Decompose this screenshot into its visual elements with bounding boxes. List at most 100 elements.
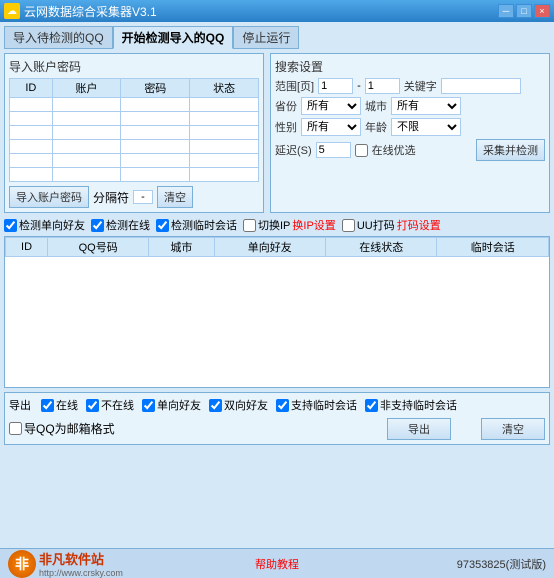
account-section-label: 导入账户密码 [9,58,259,75]
account-table-body [10,98,259,182]
tab-stop-run[interactable]: 停止运行 [233,26,299,49]
province-select[interactable]: 所有 [301,97,361,115]
minimize-button[interactable]: ─ [498,4,514,18]
separator-label: 分隔符 [93,189,129,206]
app-icon: ☁ [4,3,20,19]
export-single-label: 单向好友 [157,397,201,413]
export-section: 导出 在线 不在线 单向好友 双向好友 支持临时会话 [4,392,550,445]
nonefan-logo: 非 非凡软件站 http://www.crsky.com [8,549,123,578]
export-online-item: 在线 [41,397,78,413]
top-section: 导入账户密码 ID 账户 密码 状态 [4,53,550,213]
col-id: ID [10,79,53,98]
gender-select[interactable]: 所有 [301,118,361,136]
result-col-temp: 临时会话 [437,238,549,257]
export-both-checkbox[interactable] [209,399,222,412]
separator-input[interactable] [133,190,153,204]
uu-code-label: UU打码 [357,217,395,233]
temp-chat-label: 检测临时会话 [171,217,237,233]
single-friend-check-item: 检测单向好友 [4,217,85,233]
online-checkbox[interactable] [91,219,104,232]
table-row [10,126,259,140]
result-table: ID QQ号码 城市 单向好友 在线状态 临时会话 [5,237,549,257]
logo-text-cn: 非凡软件站 [39,549,123,568]
gender-age-row: 性别 所有 年龄 不限 [275,118,545,136]
online-prefer-label: 在线优选 [372,142,416,158]
keyword-input[interactable] [441,78,521,94]
logo-text-en: http://www.crsky.com [39,568,123,578]
email-format-item: 导QQ为邮箱格式 [9,420,115,437]
export-offline-label: 不在线 [101,397,134,413]
switch-ip-checkbox[interactable] [243,219,256,232]
help-link[interactable]: 帮助教程 [255,556,299,572]
range-from-input[interactable] [318,78,353,94]
result-col-online: 在线状态 [325,238,436,257]
clear-result-button[interactable]: 清空 [481,418,545,440]
export-nosupport-temp-label: 非支持临时会话 [380,397,457,413]
uu-code-checkbox[interactable] [342,219,355,232]
main-content: 导入待检测的QQ 开始检测导入的QQ 停止运行 导入账户密码 ID 账户 密码 … [0,22,554,548]
online-label: 检测在线 [106,217,150,233]
switch-ip-label: 切换IP [258,217,290,233]
city-select[interactable]: 所有 [391,97,461,115]
temp-chat-checkbox[interactable] [156,219,169,232]
collect-detect-button[interactable]: 采集并检测 [476,139,545,161]
tab-start-detect[interactable]: 开始检测导入的QQ [113,26,234,49]
close-button[interactable]: × [534,4,550,18]
delay-input[interactable] [316,142,351,158]
logo-text-block: 非凡软件站 http://www.crsky.com [39,549,123,578]
result-col-single: 单向好友 [214,238,325,257]
table-row [10,98,259,112]
result-col-city: 城市 [149,238,214,257]
range-to-input[interactable] [365,78,400,94]
export-both-label: 双向好友 [224,397,268,413]
export-single-checkbox[interactable] [142,399,155,412]
export-offline-item: 不在线 [86,397,134,413]
export-nosupport-temp-item: 非支持临时会话 [365,397,457,413]
maximize-button[interactable]: □ [516,4,532,18]
temp-chat-check-item: 检测临时会话 [156,217,237,233]
account-table: ID 账户 密码 状态 [9,78,259,182]
tab-bar: 导入待检测的QQ 开始检测导入的QQ 停止运行 [4,26,550,49]
result-body [5,257,549,387]
range-keyword-row: 范围[页] - 关键字 [275,78,545,94]
footer-inner: 非 非凡软件站 http://www.crsky.com 帮助教程 973538… [8,549,546,578]
detect-options-row: 检测单向好友 检测在线 检测临时会话 切换IP 换IP设置 UU打码 打码设置 [4,217,550,233]
export-online-checkbox[interactable] [41,399,54,412]
city-label: 城市 [365,98,387,114]
export-button[interactable]: 导出 [387,418,451,440]
export-label: 导出 [9,397,31,413]
result-section: ID QQ号码 城市 单向好友 在线状态 临时会话 [4,236,550,388]
keyword-label: 关键字 [404,78,437,94]
table-row [10,168,259,182]
export-offline-checkbox[interactable] [86,399,99,412]
tab-import-qq[interactable]: 导入待检测的QQ [4,26,113,49]
export-nosupport-temp-checkbox[interactable] [365,399,378,412]
table-row [10,154,259,168]
export-support-temp-item: 支持临时会话 [276,397,357,413]
export-single-item: 单向好友 [142,397,201,413]
table-row [10,140,259,154]
logo-circle-icon: 非 [8,550,36,578]
uu-code-check-item: UU打码 打码设置 [342,217,441,233]
search-section: 搜索设置 范围[页] - 关键字 省份 所有 城市 所有 [270,53,550,213]
export-bottom-row: 导QQ为邮箱格式 导出 清空 [9,416,545,440]
online-prefer-checkbox[interactable] [355,144,368,157]
version-label: 97353825(测试版) [457,556,546,572]
window-controls: ─ □ × [498,4,550,18]
delay-label: 延迟(S) [275,142,312,158]
email-format-label: 导QQ为邮箱格式 [24,420,115,437]
uu-code-link[interactable]: 打码设置 [397,217,441,233]
clear-account-button[interactable]: 清空 [157,186,193,208]
search-section-label: 搜索设置 [275,58,545,75]
single-friend-checkbox[interactable] [4,219,17,232]
switch-ip-check-item: 切换IP 换IP设置 [243,217,336,233]
import-account-button[interactable]: 导入账户密码 [9,186,89,208]
account-section: 导入账户密码 ID 账户 密码 状态 [4,53,264,213]
export-support-temp-label: 支持临时会话 [291,397,357,413]
switch-ip-link[interactable]: 换IP设置 [292,217,335,233]
email-format-checkbox[interactable] [9,422,22,435]
export-support-temp-checkbox[interactable] [276,399,289,412]
result-col-qq: QQ号码 [48,238,149,257]
export-options-row: 导出 在线 不在线 单向好友 双向好友 支持临时会话 [9,397,545,413]
age-select[interactable]: 不限 [391,118,461,136]
